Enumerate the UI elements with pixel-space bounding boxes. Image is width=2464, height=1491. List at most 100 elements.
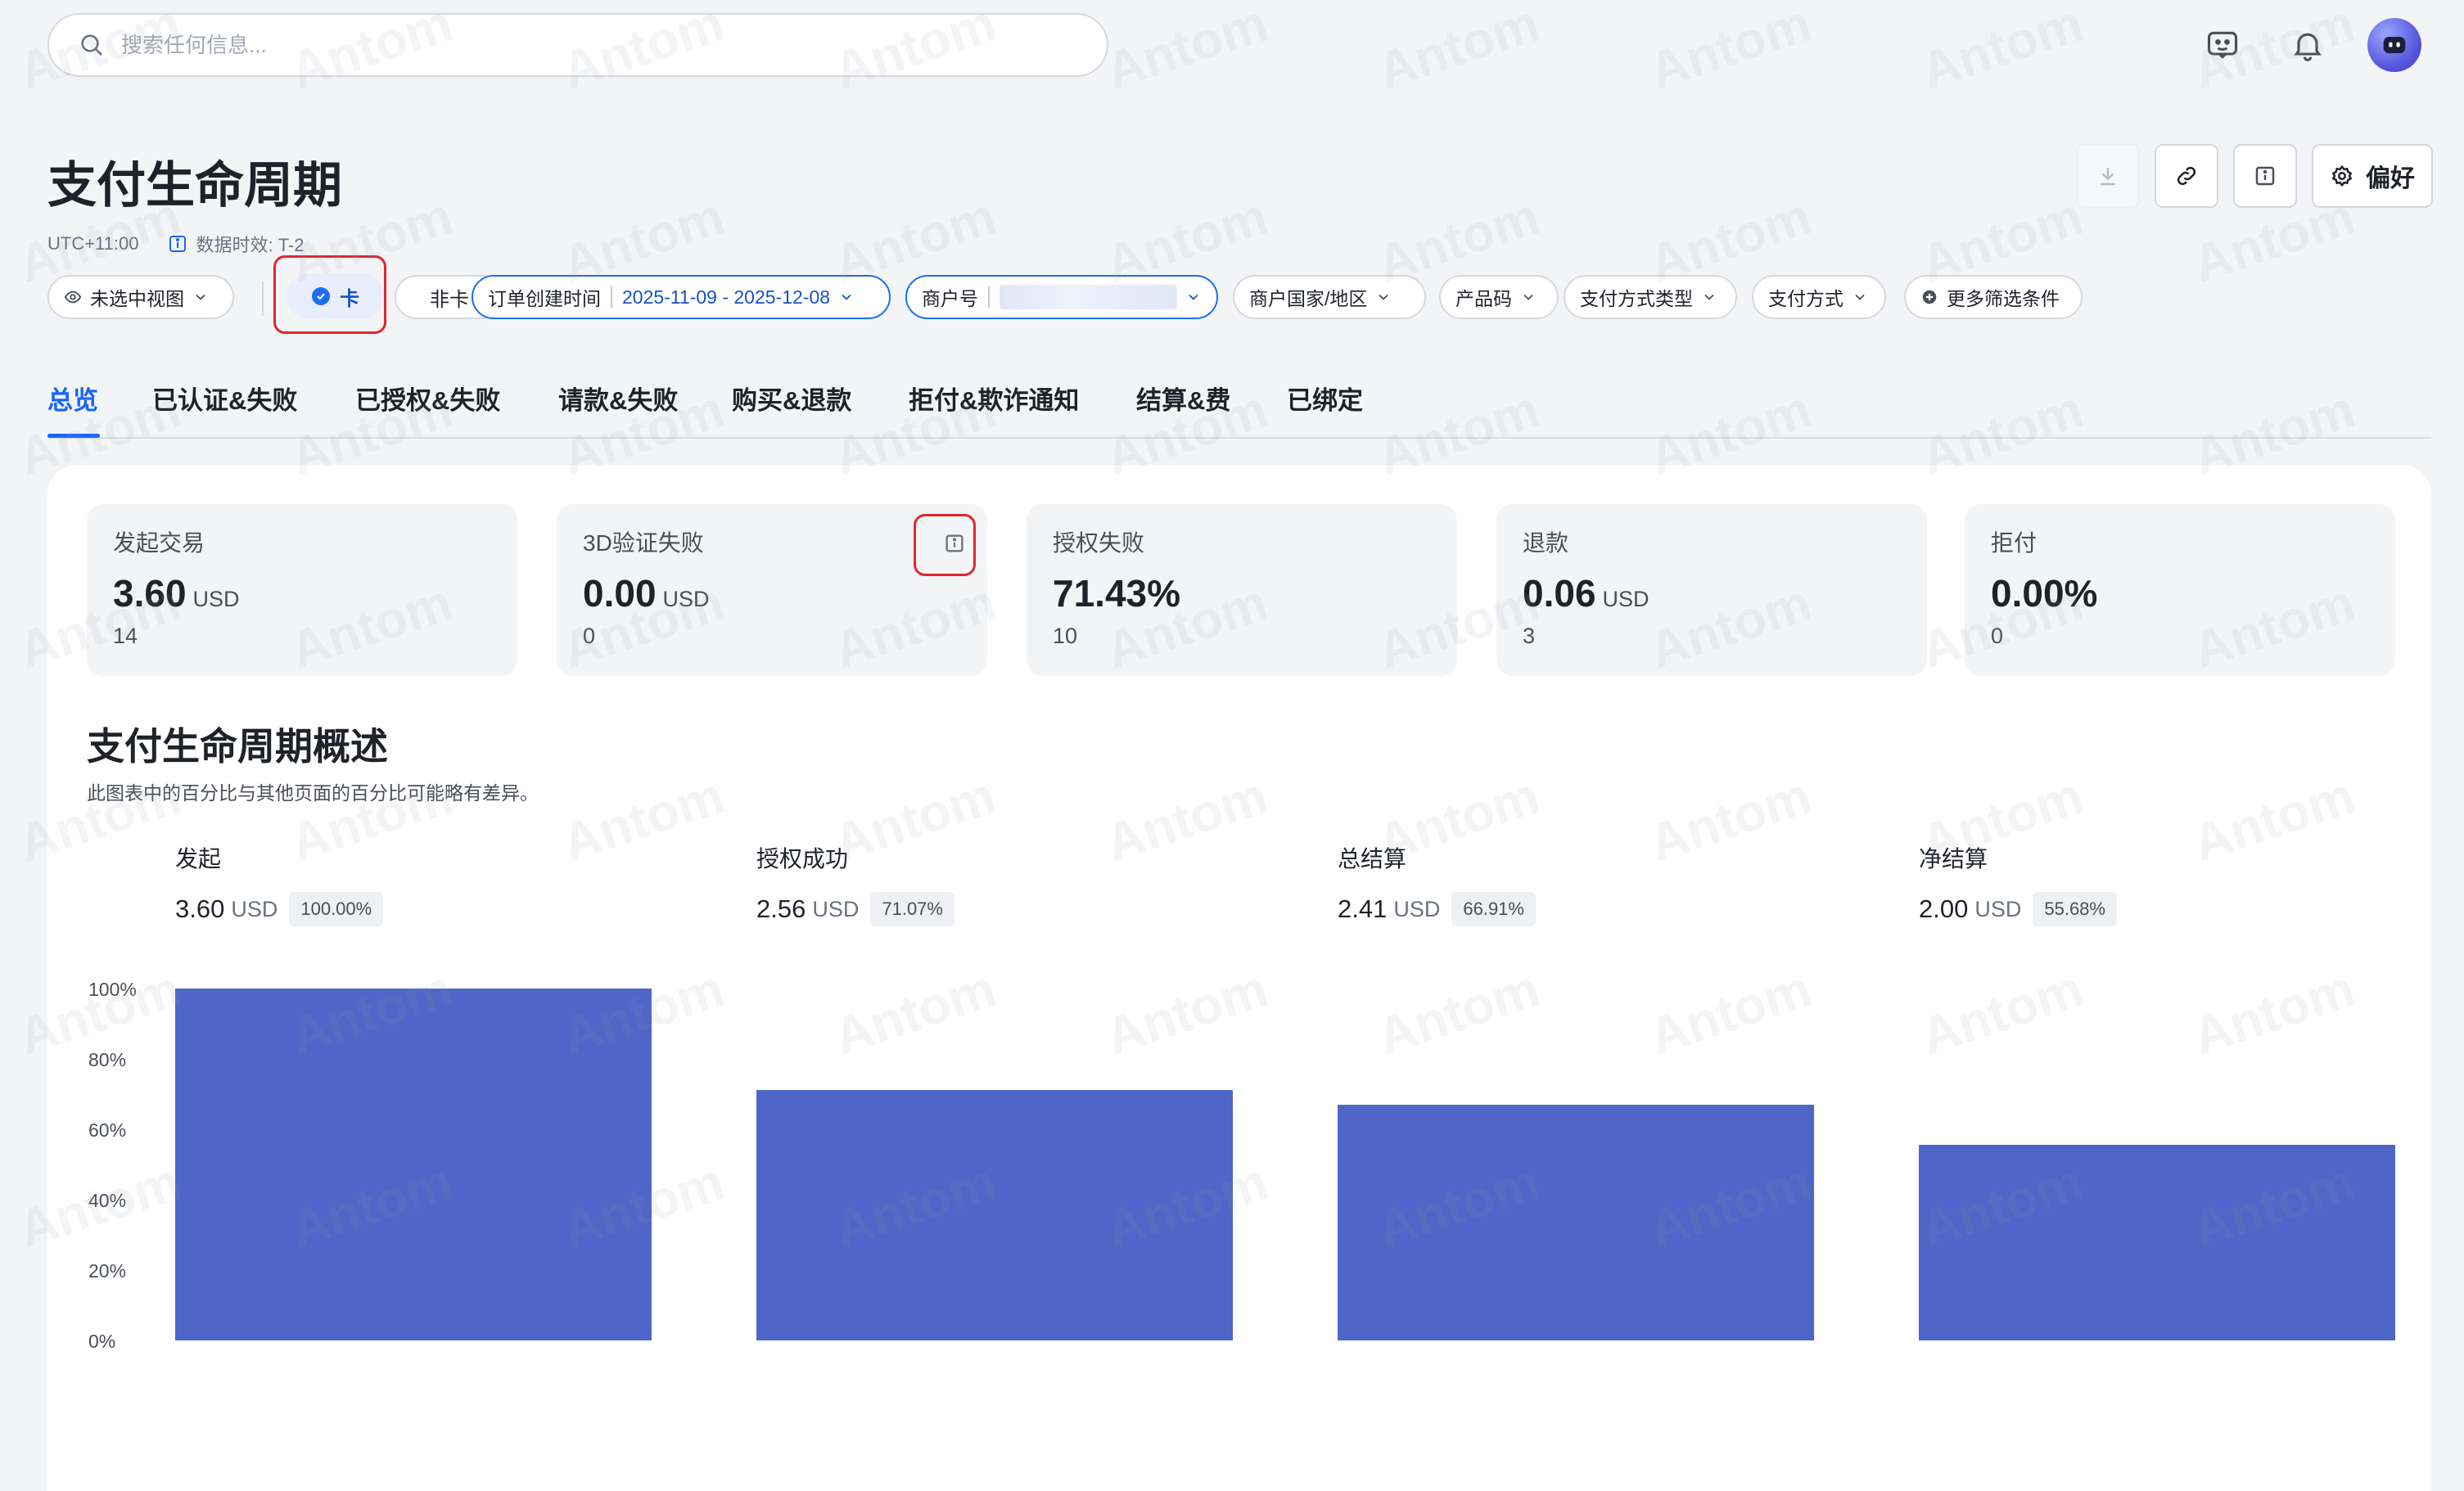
stage-value: 2.41 [1338, 894, 1388, 923]
stage-name: 净结算 [1919, 846, 1988, 872]
chevron-down-icon [1523, 294, 1533, 300]
chevron-down-icon [1189, 294, 1198, 300]
stage-name: 授权成功 [756, 846, 849, 872]
payment-method-filter[interactable]: 支付方式 [1752, 275, 1886, 319]
bell-icon [2294, 33, 2322, 61]
stage-name: 总结算 [1338, 846, 1407, 872]
active-tab-indicator [47, 434, 100, 438]
metric-count: 14 [113, 624, 138, 648]
stage-percent-badge: 55.68% [2033, 892, 2117, 926]
tab-authorized[interactable]: 已授权&失败 [355, 380, 500, 417]
page-title: 支付生命周期 [47, 158, 342, 213]
bar-1[interactable] [175, 989, 652, 1340]
metric-value: 0.00% [1991, 572, 2098, 615]
tab-bound[interactable]: 已绑定 [1287, 380, 1363, 417]
top-bar [47, 13, 2421, 79]
tab-purchase-refund[interactable]: 购买&退款 [732, 380, 851, 417]
y-tick-label: 60% [88, 1119, 127, 1141]
download-icon [2101, 168, 2115, 186]
merchant-country-filter[interactable]: 商户国家/地区 [1233, 275, 1426, 319]
stage-value: 2.00 [1919, 894, 1969, 923]
payment-method-type-label: 支付方式类型 [1580, 288, 1693, 309]
link-icon [2177, 166, 2196, 186]
notification-button[interactable] [2282, 20, 2333, 70]
page: 支付生命周期 UTC+11:00 数据时效: T-2 偏好 未选中视图 [0, 0, 2464, 1491]
payment-method-type-filter[interactable]: 支付方式类型 [1564, 275, 1737, 319]
bar-2[interactable] [756, 1090, 1233, 1340]
stage-value: 3.60 [175, 894, 225, 923]
view-select[interactable]: 未选中视图 [47, 275, 234, 319]
metric-label: 授权失败 [1053, 530, 1145, 556]
info-button[interactable] [2233, 144, 2297, 208]
metric-value: 3.60 USD [113, 572, 240, 615]
merchant-id-label: 商户号 [922, 288, 978, 309]
order-time-value: 2025-11-09 - 2025-12-08 [622, 286, 831, 308]
tab-authenticated[interactable]: 已认证&失败 [152, 380, 297, 417]
chevron-down-icon [1704, 294, 1714, 300]
search-box[interactable] [47, 13, 1108, 77]
funnel-bar-chart: 0% 20% 40% 60% 80% 100% [47, 972, 2431, 1414]
merchant-id-filter[interactable]: 商户号 [905, 275, 1218, 319]
highlight-box [273, 255, 386, 334]
tab-chargeback-fraud[interactable]: 拒付&欺诈通知 [909, 380, 1079, 417]
non-card-toggle-label: 非卡 [430, 288, 469, 311]
metric-count: 3 [1523, 624, 1536, 648]
masked-merchant-id [999, 285, 1178, 309]
search-icon [81, 34, 102, 56]
assistant-button[interactable] [2197, 20, 2248, 70]
meta-row: UTC+11:00 数据时效: T-2 [47, 231, 305, 257]
preferences-label: 偏好 [2366, 165, 2415, 192]
product-code-label: 产品码 [1455, 288, 1512, 309]
y-tick-label: 20% [88, 1260, 127, 1282]
payment-method-label: 支付方式 [1768, 288, 1843, 309]
info-icon [2255, 166, 2275, 186]
view-select-label: 未选中视图 [90, 288, 184, 309]
chevron-down-icon [842, 294, 851, 300]
chevron-down-icon [196, 294, 205, 300]
tab-bar: 总览 已认证&失败 已授权&失败 请款&失败 购买&退款 拒付&欺诈通知 结算&… [47, 380, 2431, 439]
overview-card: 发起交易 3.60 USD 14 3D验证失败 0.00 USD 0 授权失败 71… [47, 465, 2431, 1491]
order-time-label: 订单创建时间 [488, 288, 601, 309]
metric-label: 退款 [1523, 530, 1569, 556]
filter-bar: 未选中视图 卡 非卡 订单创建时间 2025-11-09 - 2025-12-0… [47, 255, 2421, 334]
eye-icon [64, 291, 82, 304]
product-code-filter[interactable]: 产品码 [1439, 275, 1559, 319]
metric-count: 10 [1053, 624, 1078, 648]
robot-avatar-icon [2383, 37, 2406, 53]
metric-label: 拒付 [1991, 530, 2038, 556]
metric-value: 0.06 USD [1523, 572, 1649, 615]
stage-auth-success: 授权成功 2.56 USD 71.07% [756, 841, 954, 926]
stage-unit: USD [231, 896, 278, 921]
tab-settlement-fee[interactable]: 结算&费 [1136, 380, 1230, 417]
overview-title: 支付生命周期概述 [87, 725, 388, 768]
stage-name: 发起 [175, 846, 222, 872]
y-tick-label: 100% [88, 979, 137, 1000]
preferences-button[interactable]: 偏好 [2312, 144, 2433, 208]
order-time-filter[interactable]: 订单创建时间 2025-11-09 - 2025-12-08 [472, 275, 891, 319]
metric-card-refund: 退款 0.06 USD 3 [1496, 504, 1927, 676]
chevron-down-icon [1379, 294, 1389, 300]
metric-value: 71.43% [1053, 572, 1181, 615]
bar-4[interactable] [1919, 1144, 2395, 1340]
info-icon [169, 236, 187, 252]
download-button[interactable] [2076, 144, 2140, 208]
tab-capture[interactable]: 请款&失败 [558, 380, 678, 417]
stage-gross-settlement: 总结算 2.41 USD 66.91% [1338, 841, 1536, 926]
header-actions: 偏好 [2076, 144, 2433, 208]
highlight-box [914, 514, 976, 576]
search-input[interactable] [121, 32, 1022, 58]
copy-link-button[interactable] [2155, 144, 2218, 208]
y-tick-label: 80% [88, 1049, 127, 1070]
data-freshness-label: 数据时效: T-2 [196, 235, 305, 255]
tab-overview[interactable]: 总览 [47, 380, 98, 417]
stage-net-settlement: 净结算 2.00 USD 55.68% [1919, 841, 2117, 926]
merchant-country-label: 商户国家/地区 [1249, 288, 1368, 309]
metric-label: 发起交易 [113, 530, 205, 556]
top-icons [2197, 18, 2421, 72]
bar-3[interactable] [1338, 1105, 1814, 1340]
more-filters-button[interactable]: 更多筛选条件 [1904, 275, 2083, 319]
avatar[interactable] [2367, 18, 2421, 72]
overview-subtitle: 此图表中的百分比与其他页面的百分比可能略有差异。 [87, 782, 539, 804]
stage-unit: USD [1393, 896, 1441, 921]
metric-card-initiated: 发起交易 3.60 USD 14 [87, 504, 517, 676]
